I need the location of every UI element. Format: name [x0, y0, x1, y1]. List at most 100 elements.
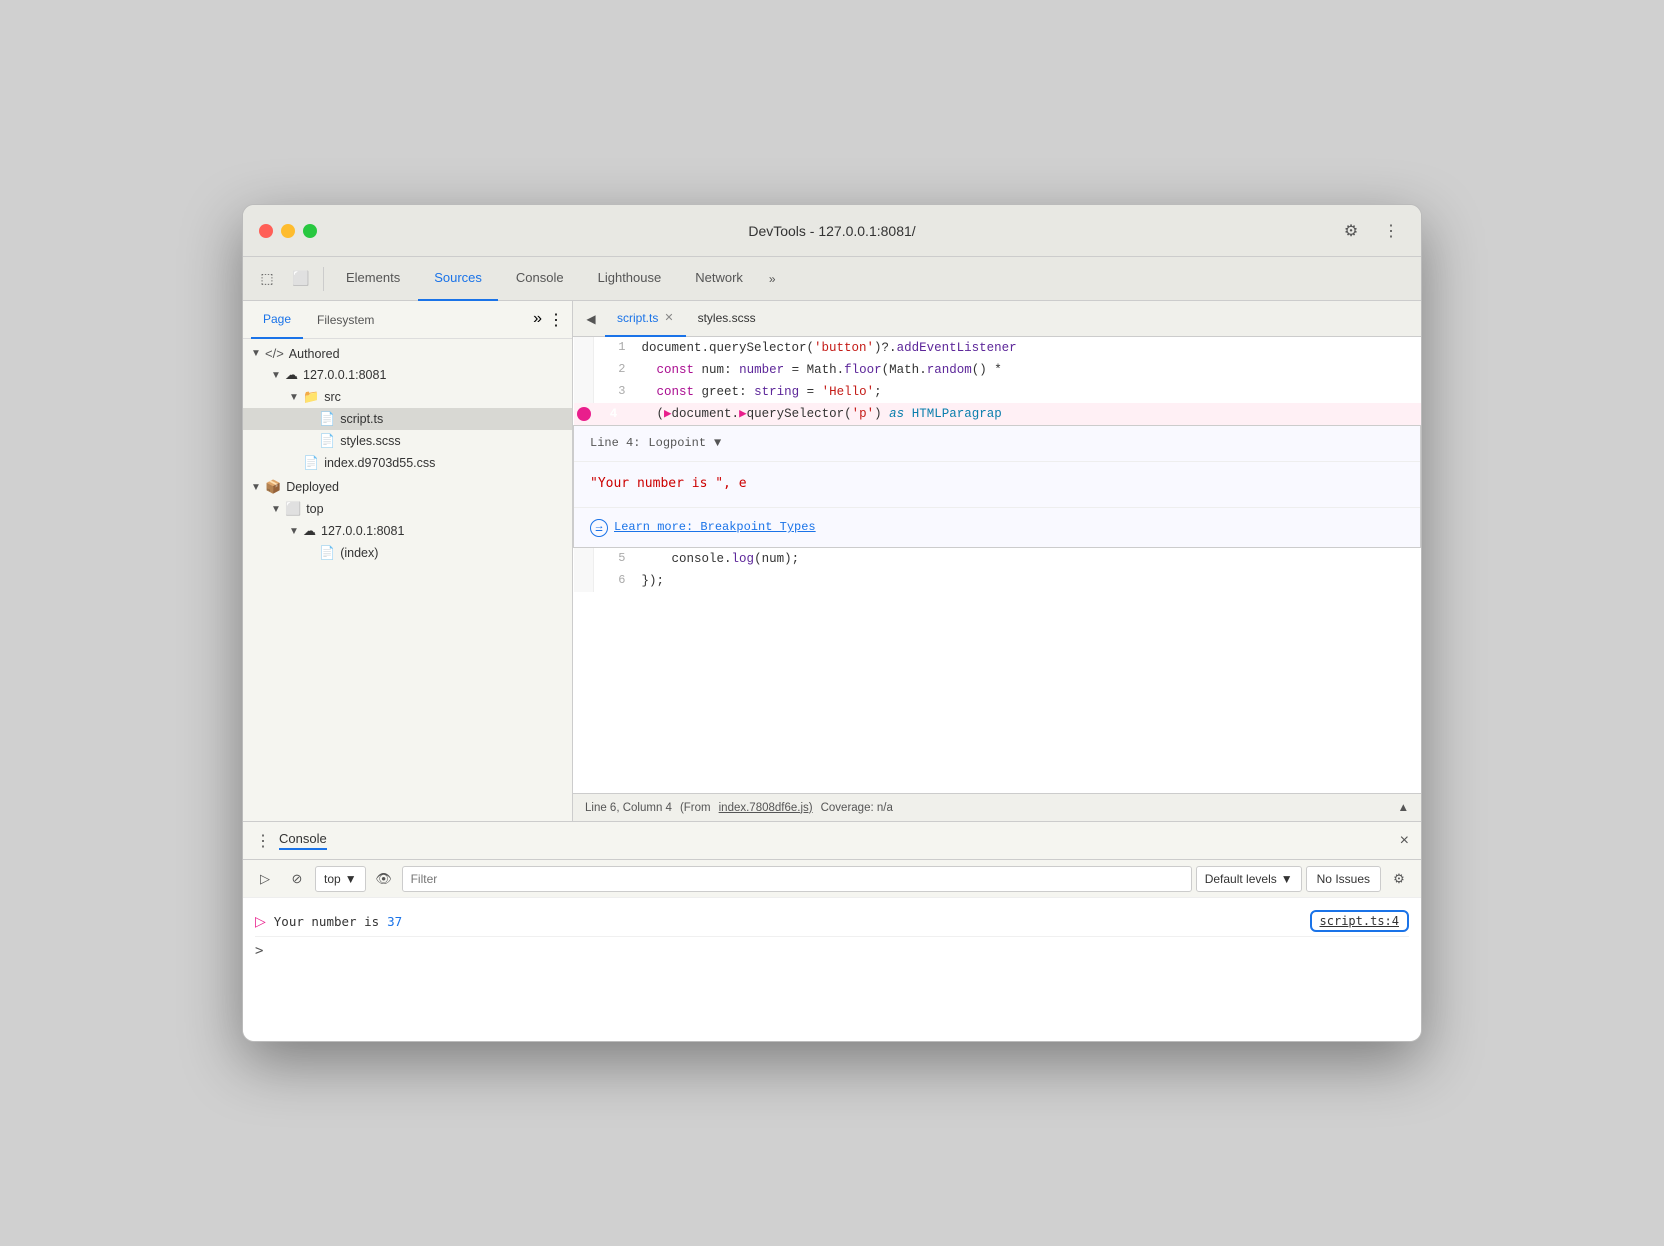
authored-label: Authored	[289, 347, 340, 361]
code-tab-script-ts[interactable]: script.ts ✕	[605, 301, 686, 337]
statusbar-from-label: (From	[680, 802, 711, 814]
main-tabbar: ⬚ ⬜ Elements Sources Console Lighthouse …	[243, 257, 1421, 301]
device-icon[interactable]: ⬜	[285, 263, 317, 295]
close-button[interactable]	[259, 224, 273, 238]
line-num-5: 5	[594, 548, 634, 571]
tree-styles-scss[interactable]: ▶ 📄 styles.scss	[243, 430, 572, 452]
console-filter-input[interactable]	[402, 866, 1192, 892]
gutter-1	[574, 337, 594, 359]
index-css-label: index.d9703d55.css	[324, 456, 435, 470]
console-prompt-row: >	[255, 937, 1409, 965]
code-tabs-bar: ◀ script.ts ✕ styles.scss	[573, 301, 1421, 337]
sidebar-more-icon[interactable]: »	[533, 310, 542, 330]
table-row: 5 console.log(num);	[574, 548, 1421, 571]
logpoint-body: "Your number is ", e	[574, 462, 1420, 507]
sidebar: Page Filesystem » ⋮ ▼ </> Authored	[243, 301, 573, 821]
window-title: DevTools - 127.0.0.1:8081/	[748, 223, 915, 239]
tab-sources[interactable]: Sources	[418, 257, 498, 301]
tree-script-ts[interactable]: ▶ 📄 script.ts	[243, 408, 572, 430]
console-log-text: Your number is	[274, 914, 379, 929]
top-box-icon: ⬜	[285, 501, 301, 517]
tab-console[interactable]: Console	[500, 257, 580, 301]
gutter-5	[574, 548, 594, 571]
statusbar-coverage: Coverage: n/a	[821, 802, 893, 814]
logpoint-popup: Line 4: Logpoint ▼ "Your number is ", e	[574, 426, 1421, 548]
console-log-num: 37	[387, 914, 402, 929]
console-eye-icon[interactable]: 👁	[370, 866, 398, 892]
code-content[interactable]: 1 document.querySelector('button')?.addE…	[573, 337, 1421, 793]
console-log-row: ▷ Your number is 37 script.ts:4	[255, 906, 1409, 937]
logpoint-footer: → Learn more: Breakpoint Types	[574, 507, 1420, 547]
tab-elements[interactable]: Elements	[330, 257, 416, 301]
console-levels-selector[interactable]: Default levels ▼	[1196, 866, 1302, 892]
tree-index[interactable]: ▶ 📄 (index)	[243, 542, 572, 564]
host1-label: 127.0.0.1:8081	[303, 368, 386, 382]
script-ts-tab-label: script.ts	[617, 311, 658, 325]
breakpoint-marker	[574, 403, 594, 426]
tree-authored[interactable]: ▼ </> Authored	[243, 343, 572, 364]
line-num-1: 1	[594, 337, 634, 359]
statusbar-arrow-icon[interactable]: ▲	[1398, 802, 1409, 814]
tree-src[interactable]: ▼ 📁 src	[243, 386, 572, 408]
css-file-icon: 📄	[303, 455, 319, 471]
sidebar-tab-filesystem[interactable]: Filesystem	[305, 301, 386, 339]
console-play-icon[interactable]: ▷	[251, 866, 279, 892]
statusbar-position: Line 6, Column 4	[585, 802, 672, 814]
console-close-button[interactable]: ×	[1400, 832, 1409, 850]
console-top-arrow: ▼	[345, 872, 357, 886]
console-block-icon[interactable]: ⊘	[283, 866, 311, 892]
html-icon: </>	[265, 346, 284, 361]
arrow-host1: ▼	[271, 370, 285, 381]
sidebar-menu-icon[interactable]: ⋮	[548, 310, 564, 330]
arrow-deployed: ▼	[251, 482, 265, 493]
index-label: (index)	[340, 546, 378, 560]
console-content: ▷ Your number is 37 script.ts:4 >	[243, 898, 1421, 1041]
tab-network[interactable]: Network	[679, 257, 759, 301]
logpoint-line-label: Line 4:	[590, 434, 640, 453]
styles-scss-label: styles.scss	[340, 434, 400, 448]
more-icon[interactable]: ⋮	[1377, 217, 1405, 245]
deployed-icon: 📦	[265, 479, 281, 495]
logpoint-link-text: Learn more: Breakpoint Types	[614, 518, 816, 537]
tree-top[interactable]: ▼ ⬜ top	[243, 498, 572, 520]
line-code-5: console.log(num);	[634, 548, 1421, 571]
gutter-2	[574, 359, 594, 381]
line-code-3: const greet: string = 'Hello';	[634, 381, 1421, 403]
close-script-ts-icon[interactable]: ✕	[664, 311, 673, 324]
logpoint-learn-more-link[interactable]: → Learn more: Breakpoint Types	[590, 518, 1404, 537]
tree-deployed[interactable]: ▼ 📦 Deployed	[243, 476, 572, 498]
minimize-button[interactable]	[281, 224, 295, 238]
tabs-more-button[interactable]: »	[761, 268, 784, 290]
line-code-1: document.querySelector('button')?.addEve…	[634, 337, 1421, 359]
console-menu-icon[interactable]: ⋮	[255, 831, 271, 851]
statusbar-from-file: index.7808df6e.js)	[719, 802, 813, 814]
inspect-icon[interactable]: ⬚	[251, 263, 283, 295]
breakpoint-dot[interactable]	[577, 407, 591, 421]
logpoint-chevron-icon[interactable]: ▼	[714, 434, 721, 453]
tab-lighthouse[interactable]: Lighthouse	[582, 257, 678, 301]
host2-label: 127.0.0.1:8081	[321, 524, 404, 538]
sidebar-tab-page[interactable]: Page	[251, 301, 303, 339]
cloud2-icon: ☁	[303, 523, 316, 539]
maximize-button[interactable]	[303, 224, 317, 238]
logpoint-type-label: Logpoint	[648, 434, 706, 453]
console-settings-icon[interactable]: ⚙	[1385, 866, 1413, 892]
code-back-icon[interactable]: ◀	[577, 305, 605, 333]
tree-index-css[interactable]: ▶ 📄 index.d9703d55.css	[243, 452, 572, 474]
console-top-selector[interactable]: top ▼	[315, 866, 366, 892]
console-caret: >	[255, 943, 263, 959]
settings-icon[interactable]: ⚙	[1337, 217, 1365, 245]
levels-arrow-icon: ▼	[1281, 872, 1293, 886]
console-log-icon: ▷	[255, 913, 266, 930]
tree-host1[interactable]: ▼ ☁ 127.0.0.1:8081	[243, 364, 572, 386]
code-tab-styles-scss[interactable]: styles.scss	[686, 301, 768, 337]
ts-file-icon: 📄	[319, 411, 335, 427]
deployed-label: Deployed	[286, 480, 339, 494]
tree-host2[interactable]: ▼ ☁ 127.0.0.1:8081	[243, 520, 572, 542]
logpoint-input[interactable]: "Your number is ", e	[590, 476, 747, 491]
sidebar-tabs: Page Filesystem » ⋮	[243, 301, 572, 339]
arrow-top: ▼	[271, 504, 285, 515]
console-log-link[interactable]: script.ts:4	[1310, 910, 1409, 932]
line-num-6: 6	[594, 570, 634, 592]
no-issues-button[interactable]: No Issues	[1306, 866, 1381, 892]
